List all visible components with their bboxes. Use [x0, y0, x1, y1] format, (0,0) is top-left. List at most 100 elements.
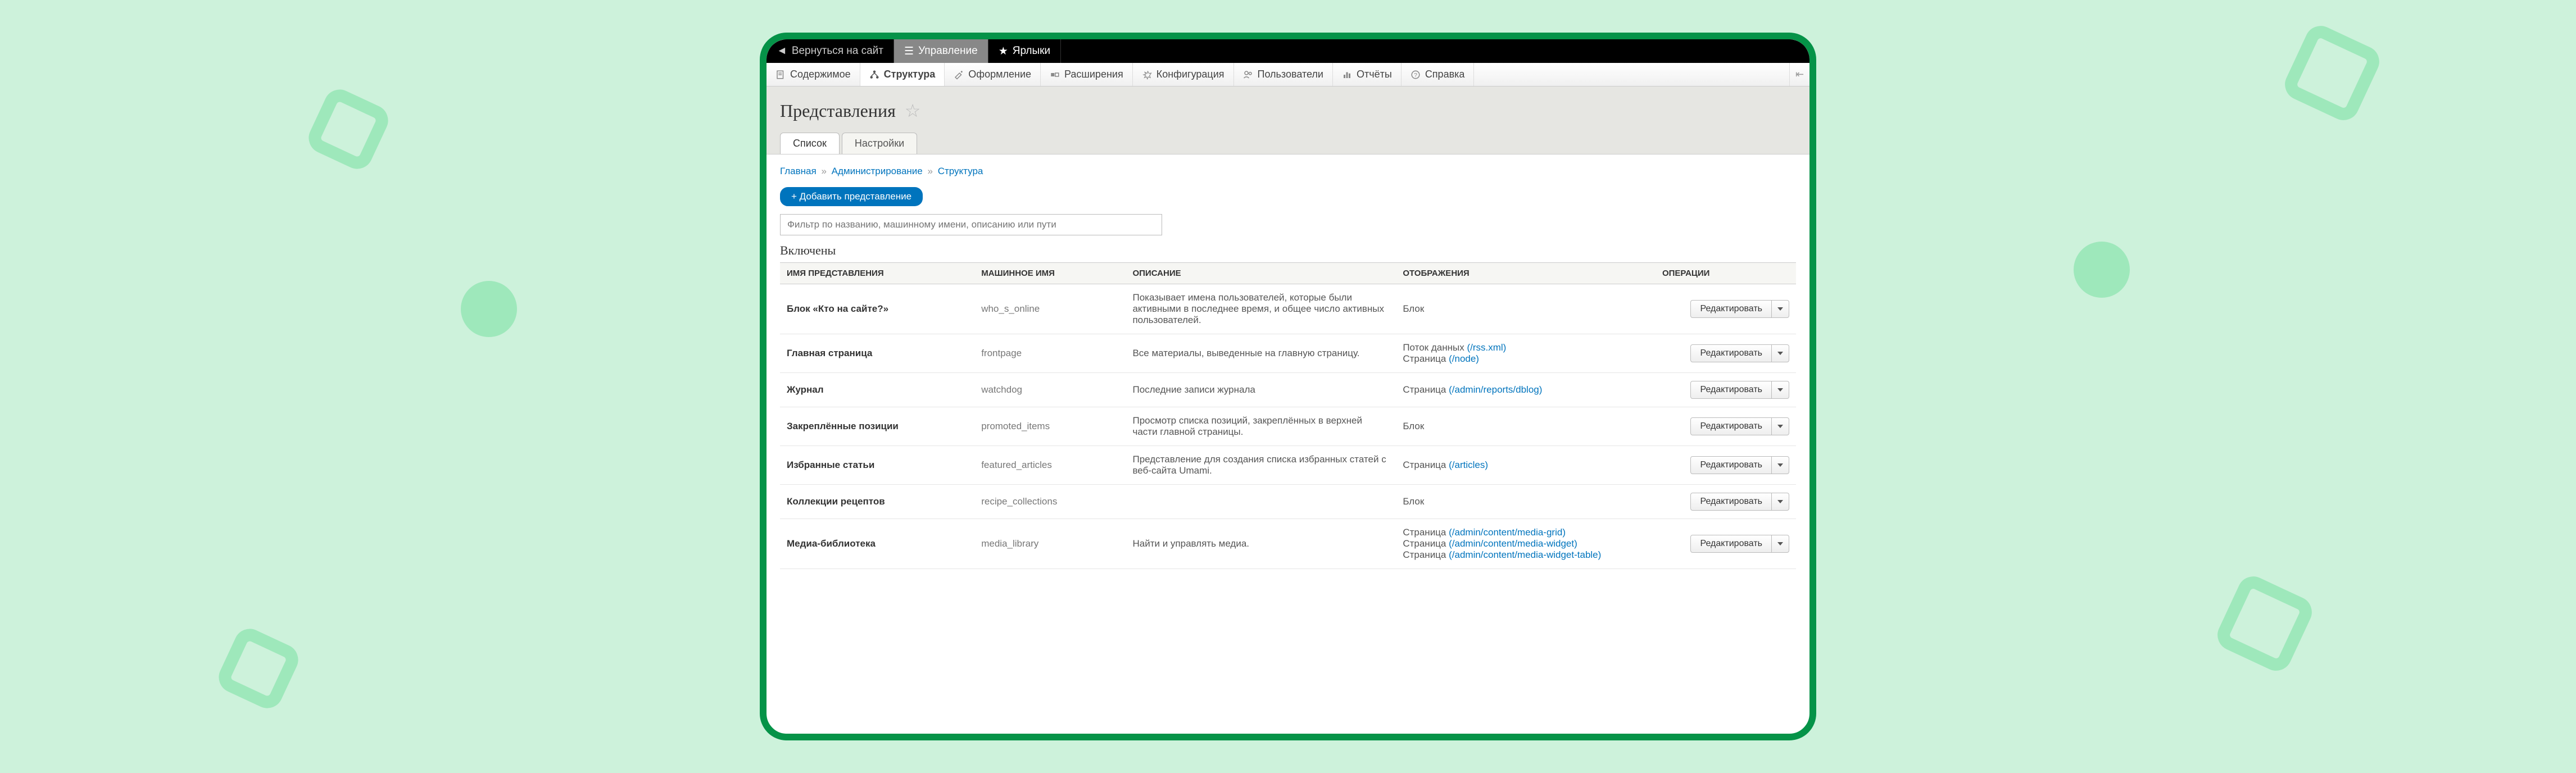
cell-operations: Редактировать: [1656, 334, 1796, 373]
dropdown-caret-icon[interactable]: [1771, 381, 1789, 398]
cell-operations: Редактировать: [1656, 485, 1796, 519]
add-view-button[interactable]: + Добавить представление: [780, 187, 923, 206]
breadcrumb-admin[interactable]: Администрирование: [832, 166, 923, 176]
cell-operations: Редактировать: [1656, 407, 1796, 446]
edit-button-label: Редактировать: [1691, 345, 1771, 362]
display-link[interactable]: (/admin/content/media-widget): [1449, 538, 1577, 549]
filter-input[interactable]: [780, 214, 1162, 235]
cell-displays: Страница (/articles): [1396, 446, 1656, 485]
cell-description: [1126, 485, 1396, 519]
breadcrumb-home[interactable]: Главная: [780, 166, 817, 176]
dropdown-caret-icon[interactable]: [1771, 301, 1789, 317]
cell-name: Избранные статьи: [780, 446, 974, 485]
adminbar-appearance[interactable]: Оформление: [945, 63, 1041, 86]
adminbar-orientation-toggle[interactable]: ⇤: [1789, 63, 1809, 86]
display-link[interactable]: (/admin/reports/dblog): [1449, 384, 1542, 395]
toolbar-shortcuts[interactable]: ★ Ярлыки: [988, 39, 1061, 63]
th-machine: МАШИННОЕ ИМЯ: [974, 263, 1126, 284]
bg-shape: [303, 84, 393, 174]
display-link[interactable]: (/admin/content/media-widget-table): [1449, 549, 1601, 560]
edit-button-label: Редактировать: [1691, 493, 1771, 510]
adminbar: Содержимое Структура Оформление Расширен…: [767, 63, 1809, 87]
bg-shape: [2280, 21, 2384, 125]
th-description: ОПИСАНИЕ: [1126, 263, 1396, 284]
cell-displays: Страница (/admin/content/media-grid)Стра…: [1396, 519, 1656, 569]
th-operations: ОПЕРАЦИИ: [1656, 263, 1796, 284]
display-text: Страница: [1403, 527, 1449, 538]
toolbar-back[interactable]: ◄ Вернуться на сайт: [767, 39, 894, 63]
adminbar-content[interactable]: Содержимое: [767, 63, 860, 86]
cell-description: Просмотр списка позиций, закреплённых в …: [1126, 407, 1396, 446]
dropdown-caret-icon[interactable]: [1771, 457, 1789, 474]
display-link[interactable]: (/articles): [1449, 460, 1488, 470]
cell-displays: Блок: [1396, 284, 1656, 334]
toolbar-manage[interactable]: ☰ Управление: [894, 39, 988, 63]
edit-button[interactable]: Редактировать: [1690, 535, 1789, 553]
adminbar-structure[interactable]: Структура: [860, 63, 945, 86]
edit-button[interactable]: Редактировать: [1690, 381, 1789, 399]
display-text: Страница: [1403, 538, 1449, 549]
manage-icon: ☰: [904, 45, 914, 58]
edit-button[interactable]: Редактировать: [1690, 300, 1789, 318]
dropdown-caret-icon[interactable]: [1771, 535, 1789, 552]
display-line: Страница (/admin/content/media-grid): [1403, 527, 1649, 538]
breadcrumb-structure[interactable]: Структура: [938, 166, 983, 176]
display-link[interactable]: (/rss.xml): [1467, 342, 1506, 353]
tab-list[interactable]: Список: [780, 133, 840, 154]
adminbar-reports[interactable]: Отчёты: [1333, 63, 1402, 86]
display-text: Страница: [1403, 549, 1449, 560]
edit-button[interactable]: Редактировать: [1690, 344, 1789, 362]
breadcrumb-sep: »: [928, 166, 933, 176]
cell-machine: featured_articles: [974, 446, 1126, 485]
people-icon: [1243, 70, 1253, 80]
tab-settings[interactable]: Настройки: [842, 133, 917, 154]
display-link[interactable]: (/node): [1449, 353, 1479, 364]
appearance-icon: [954, 70, 964, 80]
th-name: ИМЯ ПРЕДСТАВЛЕНИЯ: [780, 263, 974, 284]
edit-button[interactable]: Редактировать: [1690, 417, 1789, 435]
cell-name: Журнал: [780, 373, 974, 407]
adminbar-help[interactable]: ? Справка: [1402, 63, 1475, 86]
cell-machine: promoted_items: [974, 407, 1126, 446]
content: Главная » Администрирование » Структура …: [767, 154, 1809, 580]
th-displays: ОТОБРАЖЕНИЯ: [1396, 263, 1656, 284]
display-text: Блок: [1403, 303, 1424, 314]
display-line: Блок: [1403, 421, 1649, 432]
edit-button-label: Редактировать: [1691, 381, 1771, 398]
table-row: Главная страницаfrontpageВсе материалы, …: [780, 334, 1796, 373]
section-title-enabled: Включены: [780, 243, 1796, 258]
toolbar-shortcuts-label: Ярлыки: [1013, 45, 1050, 57]
bg-circle: [461, 281, 517, 337]
favorite-star-icon[interactable]: ☆: [905, 101, 921, 121]
bg-shape: [214, 624, 303, 713]
cell-description: Представление для создания списка избран…: [1126, 446, 1396, 485]
edit-button[interactable]: Редактировать: [1690, 493, 1789, 511]
display-text: Блок: [1403, 496, 1424, 507]
adminbar-config[interactable]: Конфигурация: [1133, 63, 1234, 86]
display-line: Поток данных (/rss.xml): [1403, 342, 1649, 353]
adminbar-extend[interactable]: Расширения: [1041, 63, 1133, 86]
help-icon: ?: [1411, 70, 1421, 80]
table-row: Закреплённые позицииpromoted_itemsПросмо…: [780, 407, 1796, 446]
toolbar: ◄ Вернуться на сайт ☰ Управление ★ Ярлык…: [767, 39, 1809, 63]
dropdown-caret-icon[interactable]: [1771, 493, 1789, 510]
cell-machine: watchdog: [974, 373, 1126, 407]
edit-button[interactable]: Редактировать: [1690, 456, 1789, 474]
table-header-row: ИМЯ ПРЕДСТАВЛЕНИЯ МАШИННОЕ ИМЯ ОПИСАНИЕ …: [780, 263, 1796, 284]
cell-operations: Редактировать: [1656, 373, 1796, 407]
adminbar-appearance-label: Оформление: [968, 69, 1031, 80]
page-title: Представления ☆: [780, 100, 1796, 121]
bg-circle: [2074, 242, 2130, 298]
display-link[interactable]: (/admin/content/media-grid): [1449, 527, 1566, 538]
extend-icon: [1050, 70, 1060, 80]
app-frame: ◄ Вернуться на сайт ☰ Управление ★ Ярлык…: [760, 33, 1816, 740]
config-icon: [1142, 70, 1152, 80]
adminbar-spacer: [1474, 63, 1789, 86]
cell-displays: Блок: [1396, 485, 1656, 519]
adminbar-people[interactable]: Пользователи: [1234, 63, 1333, 86]
dropdown-caret-icon[interactable]: [1771, 418, 1789, 435]
dropdown-caret-icon[interactable]: [1771, 345, 1789, 362]
adminbar-reports-label: Отчёты: [1357, 69, 1392, 80]
display-text: Страница: [1403, 460, 1449, 470]
adminbar-extend-label: Расширения: [1064, 69, 1123, 80]
